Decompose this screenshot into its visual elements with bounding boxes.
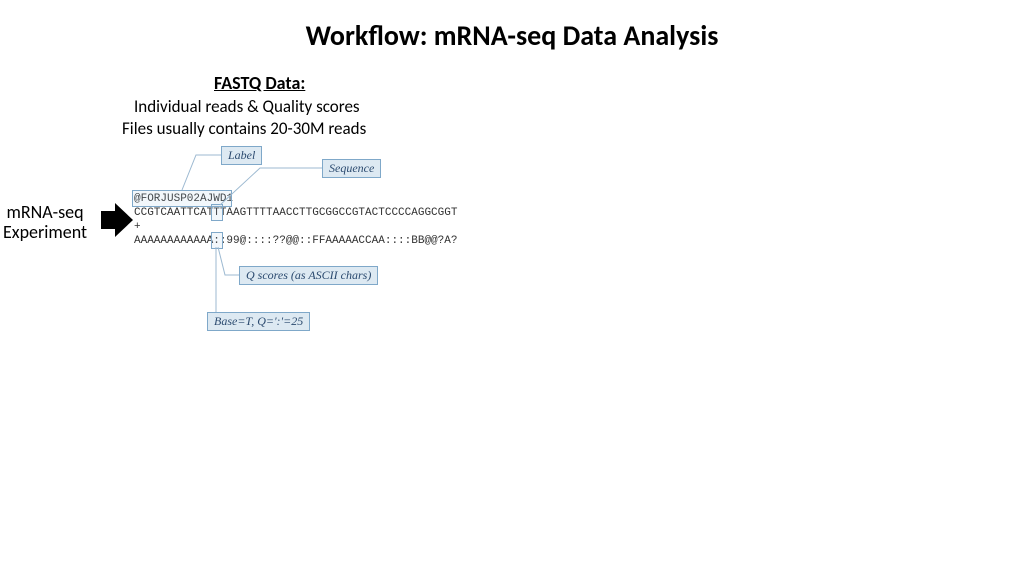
connectors [0,0,1024,576]
